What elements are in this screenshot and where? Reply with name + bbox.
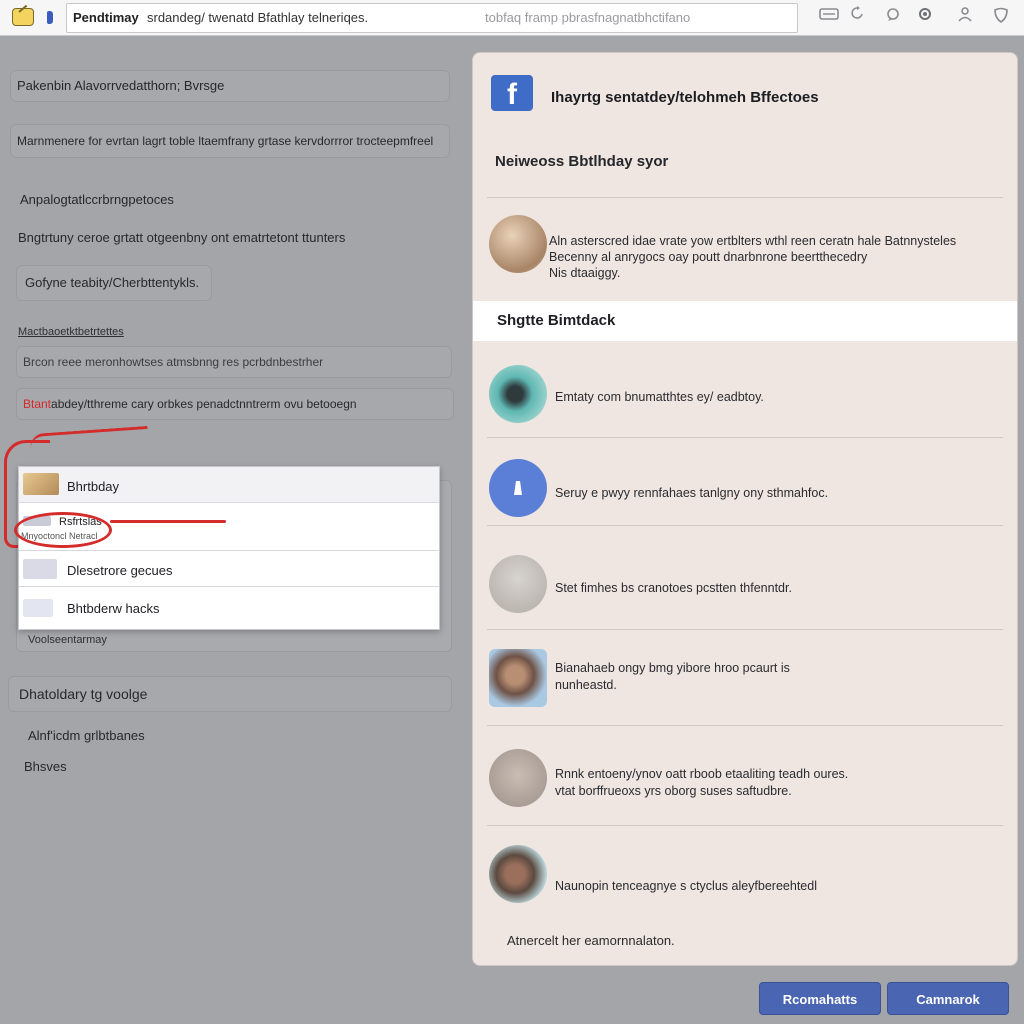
address-bar[interactable]: Pendtimay srdandeg/ twenatd Bfathlay tel…: [66, 3, 798, 33]
address-suggestion: tobfaq framp pbrasfnagnatbhctifano: [485, 10, 691, 25]
divider: [487, 825, 1003, 826]
intro-avatar: [489, 215, 547, 273]
settings-heading: Pakenbin Alavorrvedatthorn; Bvrsge: [10, 70, 450, 102]
app-icon[interactable]: [12, 8, 34, 26]
birthday-thumbnail: [23, 473, 59, 495]
item-text: Bianahaeb ongy bmg yibore hroo pcaurt is: [555, 661, 790, 675]
item-text: vtat borffrueoxs yrs oborg suses saftudb…: [555, 784, 792, 798]
dropdown-item-label: Bhtbderw hacks: [67, 601, 160, 616]
select-caption: Voolseentarmay: [28, 634, 107, 646]
small-label: Mactbaoetktbetrtettes: [18, 326, 124, 338]
item-avatar[interactable]: [489, 555, 547, 613]
divider: [487, 197, 1003, 198]
hacks-thumbnail: [23, 599, 53, 617]
annotation-line: [110, 520, 226, 523]
intro-text-line3: Nis dtaaiggy.: [549, 266, 621, 280]
divider: [487, 525, 1003, 526]
browser-toolbar: Pendtimay srdandeg/ twenatd Bfathlay tel…: [0, 0, 1024, 36]
address-site-name: Pendtimay: [73, 10, 139, 25]
dropdown-item-hacks[interactable]: Bhtbderw hacks: [19, 587, 439, 629]
card-title: Ihayrtg sentatdey/telohmeh Bffectoes: [551, 89, 819, 106]
tab-icon[interactable]: [818, 6, 840, 28]
shield-icon[interactable]: [990, 6, 1012, 28]
intro-text-line2: Becenny al anrygocs oay poutt dnarbnrone…: [549, 250, 868, 264]
item-text: Rnnk entoeny/ynov oatt rboob etaaliting …: [555, 767, 849, 781]
settings-icon[interactable]: [914, 6, 936, 28]
section2-heading: Dhatoldary tg voolge: [8, 676, 452, 712]
item-avatar[interactable]: [489, 749, 547, 807]
divider: [487, 437, 1003, 438]
section-description: Bngtrtuny ceroe grtatt otgeenbny ont ema…: [18, 230, 346, 245]
birthday-card: f Ihayrtg sentatdey/telohmeh Bffectoes N…: [472, 52, 1018, 966]
dropdown-item-label: Bhrtbday: [67, 479, 120, 494]
section2-item-1[interactable]: Alnf'icdm grlbtbanes: [28, 728, 145, 743]
dropdown-item-discussion[interactable]: Dlesetrore gecues: [19, 551, 439, 587]
annotation-circle: [14, 512, 112, 548]
toolbar-icons: [812, 6, 1022, 30]
flag-icon[interactable]: [47, 11, 53, 24]
section-title: Shgtte Bimtdack: [497, 312, 616, 329]
card-footer: Atnercelt her eamornnalaton.: [507, 933, 675, 948]
item-avatar[interactable]: [489, 649, 547, 707]
item-text: Stet fimhes bs cranotoes pcstten thfennt…: [555, 581, 792, 595]
field-prefix: Btant: [23, 397, 52, 411]
divider: [487, 629, 1003, 630]
item-avatar[interactable]: [489, 845, 547, 903]
dropdown-item-birthday[interactable]: Bhrtbday: [19, 467, 439, 503]
card-subtitle: Neiweoss Bbtlhday syor: [495, 153, 669, 170]
discussion-thumbnail: [23, 559, 57, 579]
continue-button[interactable]: Camnarok: [887, 982, 1009, 1015]
refresh-icon[interactable]: [846, 6, 868, 28]
facebook-logo-icon: f: [491, 75, 533, 111]
item-text: nunheastd.: [555, 678, 617, 692]
user-icon[interactable]: [954, 6, 976, 28]
text-field-one[interactable]: Brcon reee meronhowtses atmsbnng res pcr…: [16, 346, 452, 378]
section2-item-2[interactable]: Bhsves: [24, 759, 67, 774]
address-path: srdandeg/ twenatd Bfathlay telneriqes.: [147, 10, 369, 25]
item-text: Seruy e pwyy rennfahaes tanlgny ony sthm…: [555, 486, 829, 500]
divider: [487, 725, 1003, 726]
chat-icon[interactable]: [882, 6, 904, 28]
intro-text-line1: Aln asterscred idae vrate yow ertblters …: [549, 234, 957, 248]
settings-description: Marnmenere for evrtan lagrt toble ltaemf…: [10, 124, 450, 158]
item-text: Emtaty com bnumatthtes ey/ eadbtoy.: [555, 390, 764, 404]
recommend-button[interactable]: Rcomahatts: [759, 982, 881, 1015]
item-text: Naunopin tenceagnye s ctyclus aleyfberee…: [555, 879, 817, 893]
section-header: Shgtte Bimtdack: [473, 301, 1017, 341]
field-two-text: abdey/tthreme cary orbkes penadctnntrerm…: [51, 397, 357, 411]
section-label: Anpalogtatlccrbrngpetoces: [20, 192, 174, 207]
item-avatar[interactable]: [489, 459, 547, 517]
text-field-two[interactable]: Btantabdey/tthreme cary orbkes penadctnn…: [16, 388, 454, 420]
dropdown-menu: Bhrtbday Rsfrtslas Mnyoctoncl Netracl Dl…: [18, 466, 440, 630]
options-button[interactable]: Gofyne teabity/Cherbttentykls.: [16, 265, 212, 301]
dropdown-item-label: Dlesetrore gecues: [67, 563, 173, 578]
item-avatar[interactable]: [489, 365, 547, 423]
